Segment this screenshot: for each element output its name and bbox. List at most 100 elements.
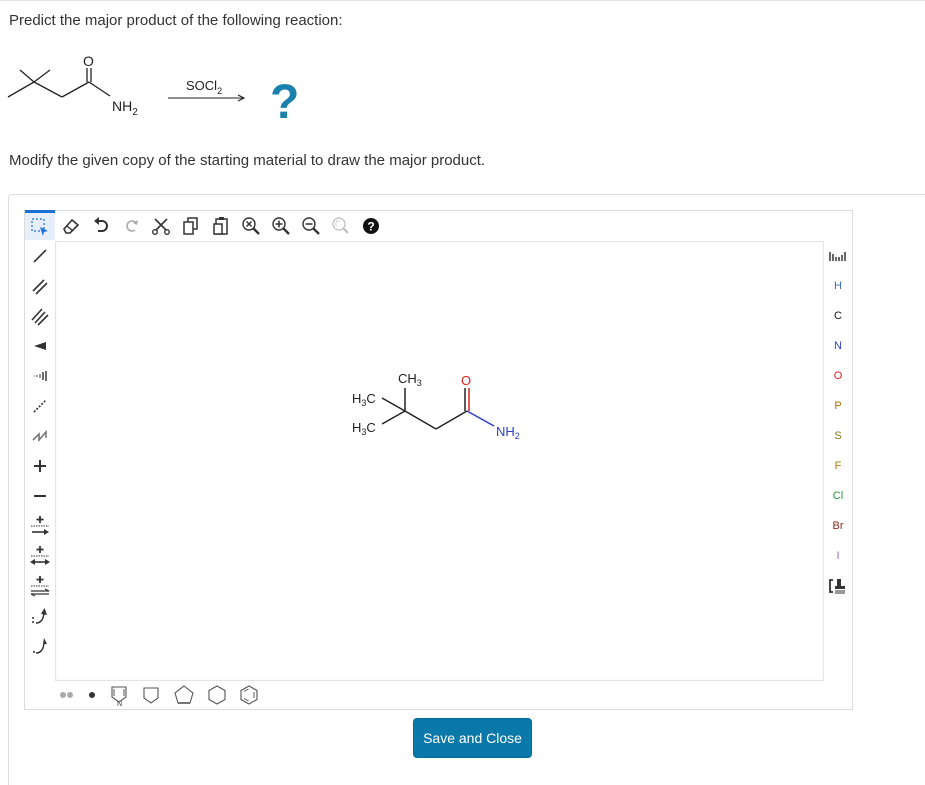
element-n-button[interactable]: N — [824, 331, 852, 361]
resonance-arrow-icon — [30, 546, 50, 565]
zoom-out-icon — [302, 217, 320, 235]
zoom-reset-button[interactable] — [327, 212, 355, 240]
starting-material-structure — [7, 68, 111, 98]
erase-button[interactable] — [57, 212, 85, 240]
reaction-arrow-tool[interactable] — [25, 511, 55, 541]
chain-icon — [32, 429, 47, 443]
bond-quaternary-to-h3c-lower — [381, 410, 406, 425]
periodic-table-button[interactable] — [824, 241, 852, 271]
minus-icon — [34, 495, 46, 497]
cyclopentane-icon — [174, 685, 194, 704]
product-molecule[interactable]: CH3 H3C H3C O NH2 — [56, 242, 823, 680]
positive-charge-tool[interactable] — [25, 451, 55, 481]
single-electron-arrow-tool[interactable] — [25, 631, 55, 661]
benzene-button[interactable] — [239, 681, 259, 709]
top-toolbar: ? — [25, 210, 387, 241]
drawing-canvas[interactable]: CH3 H3C H3C O NH2 — [55, 241, 824, 681]
unknown-product: ? — [270, 76, 299, 129]
bond-carbonyl-to-amine — [466, 410, 495, 427]
element-s-button[interactable]: S — [824, 421, 852, 451]
triple-bond-icon — [31, 308, 49, 326]
paste-button[interactable] — [207, 212, 235, 240]
element-i-button[interactable]: I — [824, 541, 852, 571]
help-icon: ? — [363, 218, 379, 234]
bottom-toolbar: N — [55, 681, 271, 709]
h3c-lower-label: H3C — [352, 420, 376, 437]
copy-button[interactable] — [177, 212, 205, 240]
question-prompt: Predict the major product of the followi… — [9, 12, 343, 29]
cyclohexane-button[interactable] — [207, 681, 227, 709]
bond-quaternary-to-h3c-upper — [381, 397, 406, 412]
undo-icon — [94, 217, 108, 232]
cyclopentane-button[interactable] — [173, 681, 195, 709]
dashed-bond-icon — [33, 399, 47, 413]
pyrrole-icon: N — [111, 686, 127, 706]
zoom-out-button[interactable] — [297, 212, 325, 240]
element-h-button[interactable]: H — [824, 271, 852, 301]
single-electron-arrow-icon — [33, 638, 47, 654]
bond-ch2-to-carbonyl — [435, 410, 468, 430]
triple-bond-tool[interactable] — [25, 301, 55, 331]
element-f-button[interactable]: F — [824, 451, 852, 481]
benzene-icon — [240, 685, 258, 705]
amine-label: NH2 — [496, 424, 520, 441]
carbonyl-oxygen-label: O — [83, 53, 94, 69]
element-br-button[interactable]: Br — [824, 511, 852, 541]
wedge-bond-icon — [34, 342, 46, 350]
negative-charge-tool[interactable] — [25, 481, 55, 511]
periodic-table-icon — [829, 252, 846, 261]
select-tool-button[interactable] — [25, 210, 55, 240]
equilibrium-arrow-icon — [30, 576, 50, 597]
undo-button[interactable] — [87, 212, 115, 240]
equilibrium-arrow-tool[interactable] — [25, 571, 55, 601]
reaction-scheme: O NH2 SOCl2 ? — [7, 53, 299, 129]
right-toolbar: H C N O P S F Cl Br I — [824, 241, 852, 601]
element-o-button[interactable]: O — [824, 361, 852, 391]
structure-editor: ? CH3 H3C H3C O NH2 H C N O P S F Cl Br … — [24, 210, 853, 710]
instruction-text: Modify the given copy of the starting ma… — [9, 152, 486, 169]
eraser-icon — [63, 218, 80, 234]
save-and-close-button[interactable]: Save and Close — [413, 718, 532, 758]
element-c-button[interactable]: C — [824, 301, 852, 331]
bracket-button[interactable] — [824, 571, 852, 601]
double-bond-tool[interactable] — [25, 271, 55, 301]
radical-icon — [89, 692, 95, 698]
hash-bond-icon — [33, 371, 47, 381]
copy-icon — [183, 217, 198, 235]
carbonyl-oxygen-label: O — [461, 373, 471, 388]
radical-button[interactable] — [87, 681, 97, 709]
redo-icon — [126, 220, 138, 232]
hash-bond-tool[interactable] — [25, 361, 55, 391]
resonance-arrow-tool[interactable] — [25, 541, 55, 571]
zoom-reset-icon — [332, 217, 349, 234]
zoom-in-button[interactable] — [267, 212, 295, 240]
electron-pair-arrow-tool[interactable] — [25, 601, 55, 631]
paste-icon — [213, 217, 228, 235]
element-cl-button[interactable]: Cl — [824, 481, 852, 511]
select-icon — [31, 217, 48, 236]
cut-button[interactable] — [147, 212, 175, 240]
double-bond-icon — [32, 279, 48, 295]
redo-button[interactable] — [117, 212, 145, 240]
radical-pair-button[interactable] — [59, 681, 75, 709]
zoom-fit-button[interactable] — [237, 212, 265, 240]
plus-icon — [34, 460, 46, 472]
wedge-bond-tool[interactable] — [25, 331, 55, 361]
bracket-icon — [829, 579, 845, 594]
dashed-bond-tool[interactable] — [25, 391, 55, 421]
pyrrole-button[interactable]: N — [109, 681, 129, 709]
bond-quaternary-to-ch2 — [404, 410, 437, 430]
top-divider — [0, 0, 925, 1]
left-toolbar — [25, 241, 55, 661]
single-bond-tool[interactable] — [25, 241, 55, 271]
h3c-upper-label: H3C — [352, 391, 376, 408]
amine-label: NH2 — [112, 98, 138, 118]
zoom-fit-icon — [242, 217, 260, 235]
reagent-label: SOCl2 — [186, 78, 222, 96]
single-bond-icon — [33, 249, 47, 263]
chain-tool[interactable] — [25, 421, 55, 451]
help-button[interactable]: ? — [357, 212, 385, 240]
cyclobutane-button[interactable] — [141, 681, 161, 709]
element-p-button[interactable]: P — [824, 391, 852, 421]
radical-pair-icon — [60, 692, 73, 698]
